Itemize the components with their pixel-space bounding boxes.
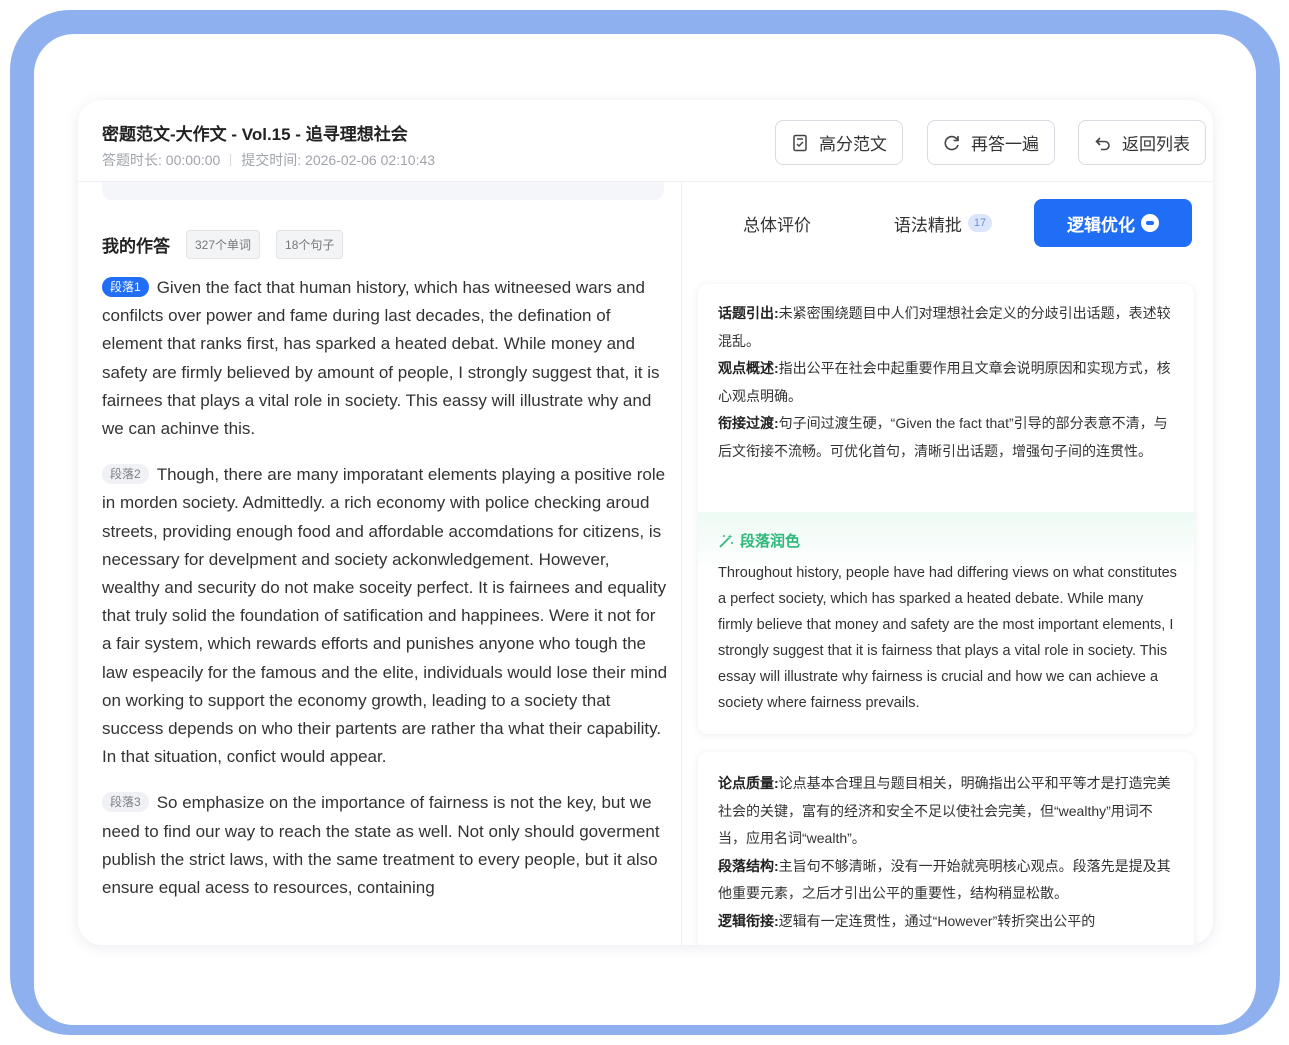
logic-item-text: 逻辑有一定连贯性，通过“However”转折突出公平的 bbox=[778, 912, 1096, 929]
document-icon bbox=[793, 134, 807, 151]
retry-label: 再答一遍 bbox=[971, 135, 1039, 154]
paragraph-badge-2[interactable]: 段落2 bbox=[102, 464, 149, 485]
word-count-tag: 327个单词 bbox=[186, 230, 261, 259]
logic-panel-paragraph-2: 论点质量:论点基本合理且与题目相关，明确指出公平和平等才是打造完美社会的关键，富… bbox=[698, 752, 1194, 945]
logic-item: 逻辑衔接:逻辑有一定连贯性，通过“However”转折突出公平的 bbox=[718, 908, 1174, 936]
meta-line: 答题时长: 00:00:00 提交时间: 2026-02-06 02:10:43 bbox=[102, 150, 435, 170]
polish-text: Throughout history, people have had diff… bbox=[718, 565, 1177, 711]
meta-divider bbox=[230, 154, 232, 166]
logic-items: 话题引出:未紧密围绕题目中人们对理想社会定义的分歧引出话题，表述较混乱。 观点概… bbox=[698, 284, 1194, 465]
answer-duration: 答题时长: 00:00:00 bbox=[102, 152, 221, 168]
logic-item: 衔接过渡:句子间过渡生硬，“Given the fact that”引导的部分表… bbox=[718, 410, 1174, 465]
paragraph-2[interactable]: 段落2 Though, there are many imporatant ele… bbox=[102, 461, 668, 771]
review-tabs: 总体评价 语法精批 17 逻辑优化 bbox=[682, 199, 1213, 247]
paragraph-3[interactable]: 段落3 So emphasize on the importance of fai… bbox=[102, 789, 668, 902]
logic-item-text: 未紧密围绕题目中人们对理想社会定义的分歧引出话题，表述较混乱。 bbox=[718, 305, 1171, 349]
logic-item-text: 主旨句不够清晰，没有一开始就亮明核心观点。段落先是提及其他重要元素，之后才引出公… bbox=[718, 857, 1171, 902]
essay-review-card: 密题范文-大作文 - Vol.15 - 追寻理想社会 答题时长: 00:00:0… bbox=[78, 100, 1213, 945]
tab-overall[interactable]: 总体评价 bbox=[722, 199, 832, 247]
sentence-count-tag: 18个句子 bbox=[276, 230, 344, 259]
logic-item-label: 观点概述: bbox=[718, 360, 779, 376]
logic-item-text: 指出公平在社会中起重要作用且文章会说明原因和实现方式，核心观点明确。 bbox=[718, 360, 1171, 404]
top-strip bbox=[102, 182, 664, 200]
model-essay-button[interactable]: 高分范文 bbox=[775, 120, 903, 165]
logic-items-2: 论点质量:论点基本合理且与题目相关，明确指出公平和平等才是打造完美社会的关键，富… bbox=[698, 752, 1194, 935]
logic-item: 论点质量:论点基本合理且与题目相关，明确指出公平和平等才是打造完美社会的关键，富… bbox=[718, 770, 1174, 853]
logic-item-text: 句子间过渡生硬，“Given the fact that”引导的部分表意不清，与… bbox=[718, 415, 1168, 459]
tab-grammar-label: 语法精批 bbox=[893, 215, 962, 235]
tab-logic-label: 逻辑优化 bbox=[1067, 215, 1135, 235]
header: 密题范文-大作文 - Vol.15 - 追寻理想社会 答题时长: 00:00:0… bbox=[78, 100, 1213, 182]
logic-item: 话题引出:未紧密围绕题目中人们对理想社会定义的分歧引出话题，表述较混乱。 bbox=[718, 300, 1174, 355]
model-essay-label: 高分范文 bbox=[819, 135, 887, 154]
my-answer-header: 我的作答 327个单词 18个句子 bbox=[102, 230, 359, 259]
logic-item: 段落结构:主旨句不够清晰，没有一开始就亮明核心观点。段落先是提及其他重要元素，之… bbox=[718, 853, 1174, 908]
my-answer-label: 我的作答 bbox=[102, 237, 170, 256]
polish-title-text: 段落润色 bbox=[740, 533, 801, 550]
paragraph-2-text: Though, there are many imporatant elemen… bbox=[102, 465, 668, 767]
collapse-icon bbox=[1141, 214, 1159, 232]
logic-item-text: 论点基本合理且与题目相关，明确指出公平和平等才是打造完美社会的关键，富有的经济和… bbox=[718, 775, 1171, 846]
retry-button[interactable]: 再答一遍 bbox=[927, 120, 1055, 165]
review-column[interactable]: 总体评价 语法精批 17 逻辑优化 话题引出:未紧密围绕题目中人们对理想社会定义… bbox=[682, 182, 1213, 945]
paragraph-1-text: Given the fact that human history, which… bbox=[102, 278, 660, 439]
paragraph-1[interactable]: 段落1 Given the fact that human history, wh… bbox=[102, 274, 668, 443]
logic-item-label: 话题引出: bbox=[718, 305, 779, 321]
paragraph-polish-section: 段落润色 Throughout history, people have had… bbox=[698, 512, 1194, 734]
logic-item: 观点概述:指出公平在社会中起重要作用且文章会说明原因和实现方式，核心观点明确。 bbox=[718, 355, 1174, 410]
logic-item-label: 衔接过渡: bbox=[718, 415, 779, 431]
magic-wand-icon bbox=[719, 533, 733, 548]
submit-time: 提交时间: 2026-02-06 02:10:43 bbox=[241, 152, 436, 168]
paragraph-badge-3[interactable]: 段落3 bbox=[102, 792, 149, 813]
page-title: 密题范文-大作文 - Vol.15 - 追寻理想社会 bbox=[102, 125, 408, 144]
answer-column[interactable]: 我的作答 327个单词 18个句子 段落1 Given the fact that… bbox=[78, 182, 681, 945]
tab-grammar[interactable]: 语法精批 17 bbox=[878, 199, 1008, 247]
logic-item-label: 论点质量: bbox=[718, 775, 779, 791]
return-icon bbox=[1095, 136, 1110, 150]
tab-overall-label: 总体评价 bbox=[743, 215, 811, 235]
back-to-list-label: 返回列表 bbox=[1122, 135, 1190, 154]
polish-title: 段落润色 bbox=[718, 530, 800, 551]
paragraph-badge-1[interactable]: 段落1 bbox=[102, 277, 149, 297]
logic-panel-paragraph-1: 话题引出:未紧密围绕题目中人们对理想社会定义的分歧引出话题，表述较混乱。 观点概… bbox=[698, 284, 1194, 734]
refresh-icon bbox=[944, 135, 959, 150]
logic-item-label: 段落结构: bbox=[718, 857, 779, 874]
essay-body: 段落1 Given the fact that human history, wh… bbox=[102, 274, 668, 920]
logic-item-label: 逻辑衔接: bbox=[718, 912, 779, 929]
back-to-list-button[interactable]: 返回列表 bbox=[1078, 120, 1206, 165]
grammar-count-badge: 17 bbox=[967, 214, 993, 232]
tab-logic[interactable]: 逻辑优化 bbox=[1034, 199, 1192, 247]
paragraph-3-text: So emphasize on the importance of fairne… bbox=[102, 793, 660, 898]
